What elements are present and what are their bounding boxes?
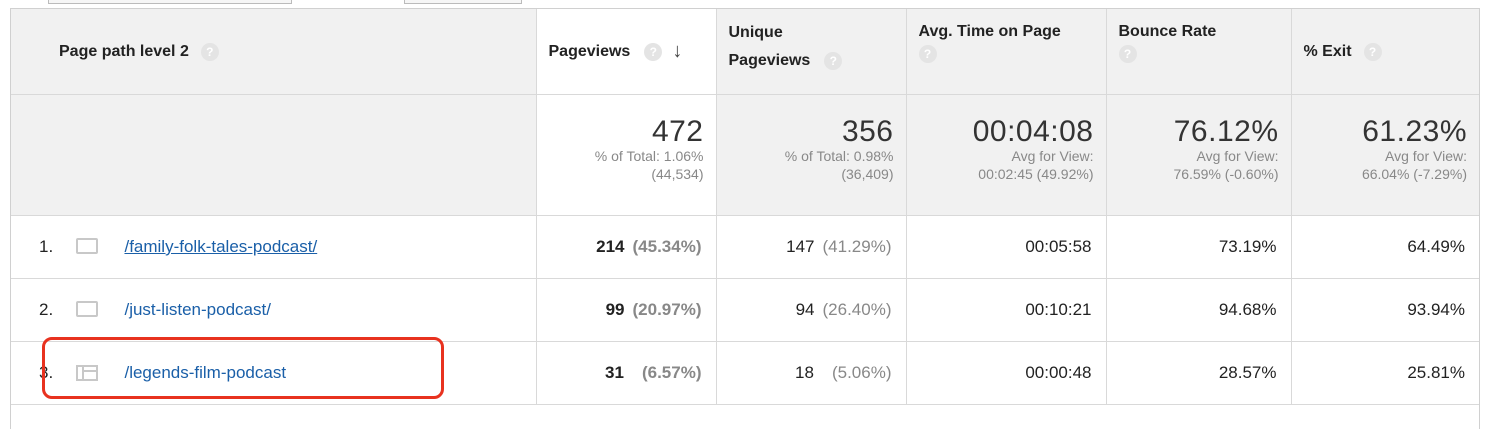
totals-sub: (44,534) — [651, 166, 704, 182]
row-path-link[interactable]: /legends-film-podcast — [124, 363, 286, 382]
row-exit: 64.49% — [1291, 215, 1479, 279]
totals-sub: 00:02:45 (49.92%) — [978, 166, 1094, 182]
help-icon[interactable]: ? — [824, 52, 843, 70]
unique-value: 147 — [786, 237, 815, 256]
row-index: 3. — [39, 363, 54, 382]
totals-unique: 356 % of Total: 0.98% (36,409) — [716, 94, 907, 216]
sort-descending-icon[interactable]: ↓ — [672, 40, 682, 63]
header-exit-label: % Exit — [1303, 42, 1352, 60]
pageviews-pct: (6.57%) — [641, 363, 702, 382]
header-avg-time-label: Avg. Time on Page — [918, 23, 1061, 40]
row-pageviews: 31 (6.57%) — [536, 341, 717, 405]
totals-value: 472 — [651, 115, 704, 148]
pageviews-value: 31 — [605, 363, 624, 382]
top-control-stub-right — [404, 0, 522, 4]
row-path-cell: 1. /family-folk-tales-podcast/ — [11, 215, 537, 279]
totals-sub: Avg for View: — [1011, 148, 1094, 164]
totals-avg-time: 00:04:08 Avg for View: 00:02:45 (49.92%) — [906, 94, 1107, 216]
totals-sub: (36,409) — [841, 166, 894, 182]
totals-sub: 76.59% (-0.60%) — [1173, 166, 1279, 182]
row-path-link[interactable]: /family-folk-tales-podcast/ — [124, 237, 317, 256]
totals-bounce: 76.12% Avg for View: 76.59% (-0.60%) — [1106, 94, 1292, 216]
row-index: 2. — [39, 300, 54, 319]
row-avg-time: 00:05:58 — [906, 215, 1107, 279]
help-icon[interactable]: ? — [1363, 42, 1382, 61]
pageviews-pct: (20.97%) — [632, 300, 702, 319]
totals-sub: 66.04% (-7.29%) — [1361, 166, 1467, 182]
totals-value: 61.23% — [1362, 115, 1467, 148]
table-row: 3. /legends-film-podcast 31 (6.57%) 18 (5.… — [11, 341, 1479, 405]
row-path-cell: 3. /legends-film-podcast — [11, 341, 537, 405]
top-control-stub-left — [48, 0, 292, 4]
totals-sub: Avg for View: — [1385, 148, 1467, 164]
row-index: 1. — [39, 237, 54, 256]
totals-sub: % of Total: 0.98% — [784, 148, 894, 164]
help-icon[interactable]: ? — [1118, 45, 1137, 63]
header-bounce-label: Bounce Rate — [1118, 23, 1217, 40]
pageviews-pct: (45.34%) — [632, 237, 702, 256]
header-unique-label-line1: Unique — [728, 24, 783, 41]
row-exit: 93.94% — [1291, 278, 1479, 342]
unique-value: 18 — [795, 363, 814, 382]
totals-row: 472 % of Total: 1.06% (44,534) 356 % of … — [11, 94, 1479, 216]
totals-value: 00:04:08 — [972, 115, 1094, 148]
totals-sub: % of Total: 1.06% — [594, 148, 704, 164]
header-bounce-rate[interactable]: Bounce Rate ? — [1106, 9, 1292, 95]
folder-icon — [75, 300, 98, 317]
totals-sub: Avg for View: — [1196, 148, 1279, 164]
unique-pct: (5.06%) — [831, 363, 892, 382]
header-exit[interactable]: % Exit ? — [1291, 9, 1479, 95]
folder-icon — [75, 237, 98, 254]
pageviews-value: 214 — [596, 237, 625, 256]
header-pageviews[interactable]: Pageviews ? ↓ — [536, 9, 717, 95]
unique-pct: (41.29%) — [822, 237, 892, 256]
table-row: 1. /family-folk-tales-podcast/ 214 (45.34… — [11, 215, 1479, 279]
row-path-cell: 2. /just-listen-podcast/ — [11, 278, 537, 342]
row-avg-time: 00:00:48 — [906, 341, 1107, 405]
help-icon[interactable]: ? — [200, 42, 219, 61]
totals-pageviews: 472 % of Total: 1.06% (44,534) — [536, 94, 717, 216]
row-bounce: 73.19% — [1106, 215, 1292, 279]
row-bounce: 94.68% — [1106, 278, 1292, 342]
pageviews-value: 99 — [605, 300, 625, 319]
header-unique-label-line2: Pageviews — [728, 52, 811, 69]
row-unique: 94 (26.40%) — [716, 278, 907, 342]
row-pageviews: 214 (45.34%) — [536, 215, 717, 279]
totals-value: 356 — [841, 115, 894, 148]
header-avg-time[interactable]: Avg. Time on Page ? — [906, 9, 1107, 95]
page-icon — [75, 364, 98, 381]
row-unique: 147 (41.29%) — [716, 215, 907, 279]
help-icon[interactable]: ? — [918, 45, 937, 63]
header-page-path[interactable]: Page path level 2 ? — [11, 9, 537, 95]
header-page-path-label: Page path level 2 — [59, 42, 189, 60]
row-unique: 18 (5.06%) — [716, 341, 907, 405]
header-row: Page path level 2 ? Pageviews ? ↓ Unique… — [11, 9, 1479, 95]
row-pageviews: 99 (20.97%) — [536, 278, 717, 342]
help-icon[interactable]: ? — [644, 42, 663, 61]
report-table: Page path level 2 ? Pageviews ? ↓ Unique… — [11, 9, 1479, 405]
totals-label-cell — [11, 94, 537, 216]
report-table-frame: Page path level 2 ? Pageviews ? ↓ Unique… — [10, 8, 1480, 429]
totals-value: 76.12% — [1173, 115, 1279, 148]
unique-pct: (26.40%) — [822, 300, 892, 319]
table-row: 2. /just-listen-podcast/ 99 (20.97%) 94 (2… — [11, 278, 1479, 342]
unique-value: 94 — [795, 300, 815, 319]
row-path-link[interactable]: /just-listen-podcast/ — [124, 300, 270, 319]
totals-exit: 61.23% Avg for View: 66.04% (-7.29%) — [1291, 94, 1479, 216]
header-pageviews-label: Pageviews — [548, 42, 631, 60]
row-exit: 25.81% — [1291, 341, 1479, 405]
row-avg-time: 00:10:21 — [906, 278, 1107, 342]
header-unique-pageviews[interactable]: Unique Pageviews ? — [716, 9, 907, 95]
row-bounce: 28.57% — [1106, 341, 1292, 405]
